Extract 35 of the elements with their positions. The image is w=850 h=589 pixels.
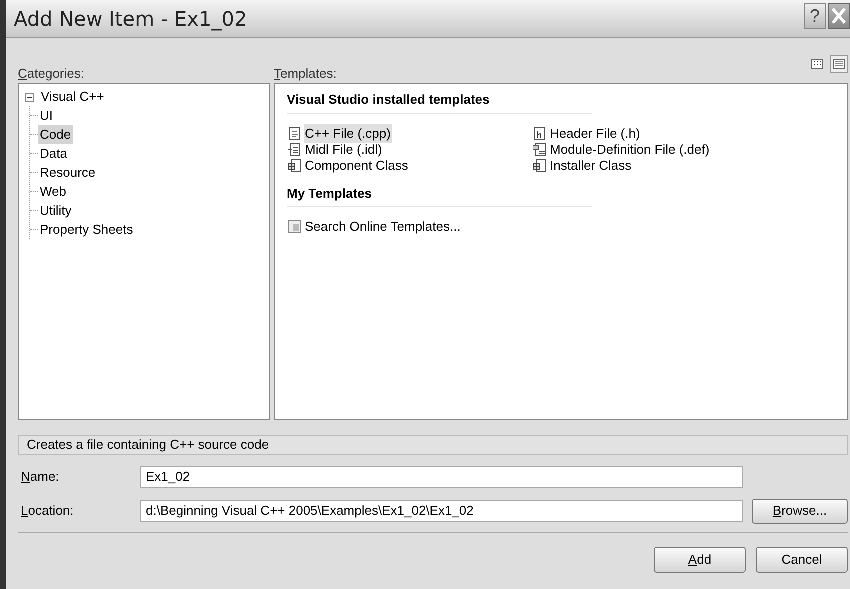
section-heading: My Templates — [287, 186, 372, 200]
template-icon — [288, 220, 302, 234]
help-button[interactable]: ? — [804, 3, 826, 29]
document-icon — [288, 142, 302, 156]
document-icon — [533, 142, 547, 156]
cancel-button[interactable]: Cancel — [756, 547, 848, 573]
template-item[interactable]: C++ File (.cpp) — [304, 124, 392, 144]
close-icon — [832, 8, 846, 24]
categories-label: Categories: — [18, 65, 86, 83]
header-file-icon — [533, 126, 547, 140]
window-title: Add New Item - Ex1_02 — [14, 6, 248, 33]
field-label: Location: — [20, 502, 75, 520]
tree-item[interactable]: Code — [38, 124, 74, 144]
text-field[interactable]: Ex1_02 — [140, 466, 743, 488]
browse-button[interactable]: Browse... — [752, 498, 848, 524]
add-button[interactable]: Add — [654, 547, 746, 573]
class-icon — [533, 158, 547, 172]
close-button[interactable] — [828, 3, 850, 29]
text-field[interactable]: d:\Beginning Visual C++ 2005\Examples\Ex1_02\Ex1_02 — [140, 500, 743, 522]
tree-item[interactable]: Web — [38, 182, 68, 202]
tree-item[interactable]: UI — [38, 106, 55, 126]
tree-item[interactable]: Utility — [38, 200, 74, 220]
tree-item[interactable]: Property Sheets — [38, 220, 136, 240]
source-file-icon — [288, 126, 302, 140]
tree-item[interactable]: Visual C++ — [39, 87, 106, 107]
field-label: Name: — [20, 468, 60, 486]
description-text: Creates a file containing C++ source code — [27, 436, 270, 454]
template-item[interactable]: Search Online Templates... — [304, 217, 462, 237]
section-heading: Visual Studio installed templates — [287, 92, 490, 107]
tree-item[interactable]: Data — [38, 144, 70, 164]
class-icon — [288, 158, 302, 172]
collapse-icon[interactable] — [25, 92, 34, 102]
list-view-button[interactable] — [830, 55, 848, 73]
tree-item[interactable]: Resource — [38, 162, 98, 182]
templates-label: Templates: — [274, 65, 337, 83]
